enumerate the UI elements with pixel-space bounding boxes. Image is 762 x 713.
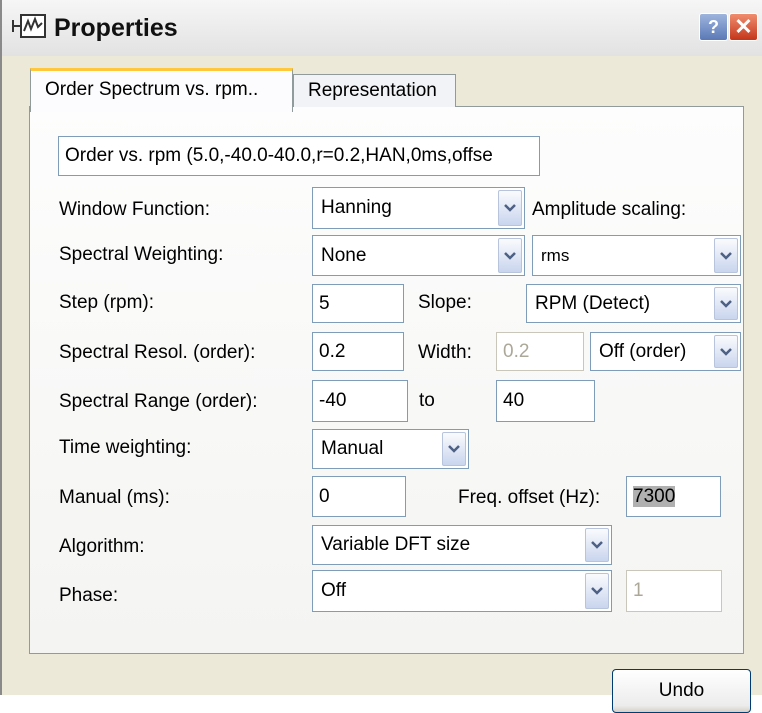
freq-offset-input[interactable]: 7300: [626, 476, 721, 517]
chevron-down-icon[interactable]: [442, 432, 466, 466]
window-title: Properties: [54, 14, 178, 42]
range-to-label: to: [419, 390, 435, 411]
tab-label: Order Spectrum vs. rpm..: [45, 79, 259, 100]
slope-select[interactable]: RPM (Detect): [526, 284, 741, 323]
undo-button-label: Undo: [658, 680, 705, 701]
width-input: 0.2: [496, 332, 584, 371]
properties-window: Properties ? ✕ Order Spectrum vs. rpm.. …: [0, 0, 762, 713]
amplitude-scaling-value: rms: [541, 246, 570, 265]
spectral-range-to-input[interactable]: 40: [496, 380, 595, 422]
close-button[interactable]: ✕: [729, 13, 758, 41]
spectral-resol-input[interactable]: 0.2: [312, 332, 404, 371]
close-icon: ✕: [734, 14, 753, 39]
chevron-down-icon[interactable]: [498, 238, 522, 273]
phase-extra-input: 1: [626, 570, 722, 612]
step-value: 5: [319, 293, 330, 314]
help-button[interactable]: ?: [699, 13, 728, 41]
width-value: 0.2: [503, 341, 530, 362]
spectral-range-from-input[interactable]: -40: [312, 380, 408, 422]
slope-value: RPM (Detect): [535, 293, 651, 314]
phase-label: Phase:: [59, 585, 119, 606]
algorithm-label: Algorithm:: [59, 536, 145, 557]
phase-extra-value: 1: [633, 580, 644, 601]
window-function-select[interactable]: Hanning: [312, 187, 525, 229]
chevron-down-icon[interactable]: [714, 335, 738, 368]
chevron-down-icon[interactable]: [585, 573, 609, 609]
chevron-down-icon[interactable]: [714, 287, 738, 320]
time-weighting-select[interactable]: Manual: [312, 429, 469, 469]
amplitude-scaling-select[interactable]: rms: [532, 235, 741, 276]
manual-ms-label: Manual (ms):: [59, 487, 170, 508]
width-mode-value: Off (order): [599, 341, 687, 362]
width-mode-select[interactable]: Off (order): [590, 332, 741, 371]
amplitude-scaling-label: Amplitude scaling:: [532, 199, 687, 220]
time-weighting-label: Time weighting:: [59, 437, 192, 458]
help-icon: ?: [708, 16, 719, 37]
summary-field[interactable]: Order vs. rpm (5.0,-40.0-40.0,r=0.2,HAN,…: [58, 136, 540, 176]
undo-button[interactable]: Undo: [612, 669, 751, 713]
algorithm-value: Variable DFT size: [321, 534, 471, 555]
slope-label: Slope:: [418, 292, 472, 313]
phase-select[interactable]: Off: [312, 570, 612, 612]
spectral-resol-value: 0.2: [319, 341, 346, 362]
step-input[interactable]: 5: [312, 284, 404, 323]
freq-offset-value: 7300: [633, 486, 676, 507]
chevron-down-icon[interactable]: [585, 528, 609, 562]
tab-label: Representation: [308, 80, 437, 101]
spectral-weighting-select[interactable]: None: [312, 235, 525, 276]
properties-app-icon: [12, 13, 48, 45]
spectral-weighting-value: None: [321, 245, 367, 266]
window-function-value: Hanning: [321, 197, 392, 218]
step-label: Step (rpm):: [59, 292, 155, 313]
spectral-resol-label: Spectral Resol. (order):: [59, 342, 256, 363]
width-label: Width:: [418, 342, 472, 363]
title-bar[interactable]: Properties ? ✕: [2, 0, 762, 56]
tab-order-spectrum[interactable]: Order Spectrum vs. rpm..: [30, 68, 293, 112]
spectral-range-label: Spectral Range (order):: [59, 391, 258, 412]
manual-ms-value: 0: [319, 486, 330, 507]
tab-representation[interactable]: Representation: [293, 74, 456, 107]
chevron-down-icon[interactable]: [714, 238, 738, 273]
manual-ms-input[interactable]: 0: [312, 476, 406, 517]
spectral-range-from-value: -40: [319, 390, 347, 411]
freq-offset-label: Freq. offset (Hz):: [458, 487, 601, 508]
chevron-down-icon[interactable]: [498, 190, 522, 226]
algorithm-select[interactable]: Variable DFT size: [312, 525, 612, 565]
spectral-weighting-label: Spectral Weighting:: [59, 244, 224, 265]
window-function-label: Window Function:: [59, 199, 211, 220]
summary-text: Order vs. rpm (5.0,-40.0-40.0,r=0.2,HAN,…: [65, 145, 493, 166]
phase-value: Off: [321, 580, 346, 601]
spectral-range-to-value: 40: [503, 390, 525, 411]
time-weighting-value: Manual: [321, 438, 384, 459]
